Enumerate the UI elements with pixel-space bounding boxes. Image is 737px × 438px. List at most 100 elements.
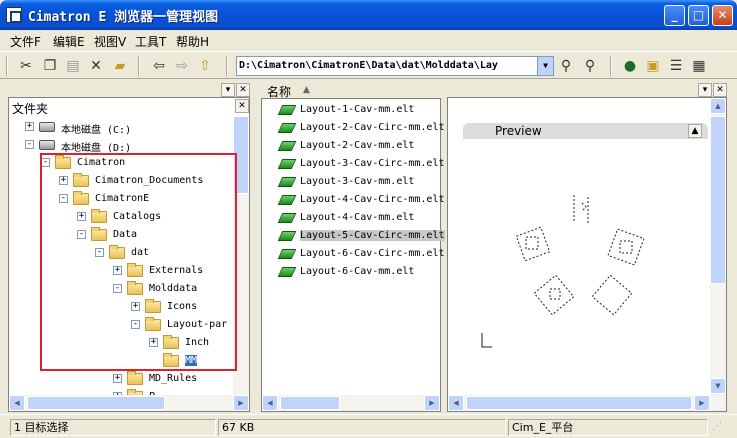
tree-item[interactable]: - 本地磁盘 (D:) [9, 136, 231, 154]
elt-file-icon [277, 141, 297, 151]
scroll-right-icon[interactable]: ▶ [233, 395, 249, 411]
folder-icon [127, 371, 143, 385]
tree-horizontal-scrollbar[interactable]: ◀ ▶ [9, 395, 249, 411]
pane-close-icon[interactable]: ✕ [713, 83, 727, 97]
file-list-item[interactable]: Layout-2-Cav-Circ-mm.elt [262, 119, 445, 137]
elt-file-icon [277, 159, 297, 169]
highlight-box [40, 153, 237, 371]
chevron-down-icon[interactable]: ▼ [537, 57, 553, 75]
close-button[interactable]: ✕ [712, 5, 733, 26]
scroll-left-icon[interactable]: ◀ [9, 395, 25, 411]
sort-asc-icon[interactable]: ▲ [303, 85, 310, 95]
tree-pane-header: ▾ ✕ [8, 82, 250, 98]
tree-hscroll-thumb[interactable] [27, 396, 165, 410]
file-list-item[interactable]: Layout-6-Cav-Circ-mm.elt [262, 245, 445, 263]
properties-icon[interactable]: ☰ [666, 56, 686, 76]
title-bar: Cimatron E 浏览器一管理视图 _ □ ✕ [0, 0, 737, 30]
collapse-icon[interactable]: - [25, 140, 34, 149]
scroll-right-icon[interactable]: ▶ [694, 395, 710, 411]
preview-titlebar: Preview ▲ [463, 123, 708, 139]
toolbar-separator [226, 56, 228, 76]
elt-file-icon [277, 213, 297, 223]
folders-icon[interactable]: ▣ [643, 56, 663, 76]
expand-icon[interactable]: + [113, 374, 122, 383]
collapse-icon[interactable]: ▲ [688, 124, 702, 138]
file-name: Layout-1-Cav-mm.elt [300, 104, 415, 115]
new-folder-icon[interactable]: ▰ [110, 56, 130, 76]
paste-icon[interactable]: ▤ [63, 56, 83, 76]
file-list-item[interactable]: Layout-4-Cav-mm.elt [262, 209, 440, 227]
elt-file-icon [277, 123, 297, 133]
file-list-item[interactable]: Layout-3-Cav-mm.elt [262, 173, 440, 191]
preview-horizontal-scrollbar[interactable]: ◀ ▶ [448, 395, 726, 411]
resize-grip-icon[interactable]: ⋰ [712, 421, 732, 437]
cut-icon[interactable]: ✂ [16, 56, 36, 76]
minimize-button[interactable]: _ [664, 5, 685, 26]
scroll-up-icon[interactable]: ▲ [710, 98, 726, 114]
scroll-down-icon[interactable]: ▼ [710, 378, 726, 394]
scroll-left-icon[interactable]: ◀ [262, 395, 278, 411]
menu-bar: 文件F 编辑E 视图V 工具T 帮助H [0, 30, 737, 50]
pane-pin-icon[interactable]: ▾ [698, 83, 712, 97]
file-name: Layout-4-Cav-Circ-mm.elt [300, 194, 445, 205]
back-icon[interactable]: ⇦ [149, 56, 169, 76]
file-list-item[interactable]: Layout-3-Cav-Circ-mm.elt [262, 155, 445, 173]
elt-file-icon [277, 231, 297, 241]
elt-file-icon [277, 249, 297, 259]
window-title: Cimatron E 浏览器一管理视图 [28, 10, 219, 25]
file-list-item[interactable]: Layout-4-Cav-Circ-mm.elt [262, 191, 445, 209]
file-list-item[interactable]: Layout-1-Cav-mm.elt [262, 101, 440, 119]
toolbar-separator [138, 56, 140, 76]
scroll-right-icon[interactable]: ▶ [424, 395, 440, 411]
status-selection: 1 目标选择 [10, 419, 216, 436]
app-icon[interactable] [6, 7, 22, 23]
tree-item-label: 本地磁盘 (D:) [61, 143, 132, 154]
file-name: Layout-3-Cav-Circ-mm.elt [300, 158, 445, 169]
status-platform: Cim_E_平台 [508, 419, 708, 436]
globe-icon[interactable]: ● [620, 56, 640, 76]
preview-hscroll-thumb[interactable] [466, 396, 692, 410]
elt-file-icon [277, 195, 297, 205]
file-list-item[interactable]: Layout-2-Cav-mm.elt [262, 137, 440, 155]
file-horizontal-scrollbar[interactable]: ◀ ▶ [262, 395, 440, 411]
drive-icon [39, 122, 55, 132]
menu-tools[interactable]: 工具T [135, 33, 166, 50]
menu-file[interactable]: 文件F [10, 33, 41, 50]
file-name: Layout-6-Cav-mm.elt [300, 266, 415, 277]
search-binoculars-icon[interactable]: ⚲ [556, 56, 576, 76]
expand-icon[interactable]: + [25, 122, 34, 131]
tree-close-icon[interactable]: ✕ [235, 99, 249, 113]
preview-title: Preview [495, 124, 542, 138]
up-folder-icon[interactable]: ⇧ [195, 56, 215, 76]
pane-pin-icon[interactable]: ▾ [221, 83, 235, 97]
toolbar: ✂ ❐ ▤ ✕ ▰ ⇦ ⇨ ⇧ D:\Cimatron\CimatronE\Da… [0, 51, 737, 79]
preview-scroll-thumb[interactable] [710, 116, 726, 284]
menu-edit[interactable]: 编辑E [53, 33, 85, 50]
forward-icon[interactable]: ⇨ [172, 56, 192, 76]
tree-pane-caption: 文件夹 [12, 102, 49, 116]
preview-pane-header: ▾ ✕ [447, 82, 727, 98]
preview-vertical-scrollbar[interactable]: ▲ ▼ [710, 98, 726, 396]
tree-item[interactable]: + 本地磁盘 (C:) [9, 118, 231, 136]
elt-file-icon [277, 105, 297, 115]
menu-view[interactable]: 视图V [94, 33, 126, 50]
tree-item[interactable]: + MD_Rules [9, 370, 231, 388]
path-combo[interactable]: D:\Cimatron\CimatronE\Data\dat\Molddata\… [236, 56, 554, 76]
scroll-left-icon[interactable]: ◀ [448, 395, 464, 411]
file-name: Layout-5-Cav-Circ-mm.elt [300, 230, 445, 241]
file-list-item[interactable]: Layout-6-Cav-mm.elt [262, 263, 440, 281]
file-list-item[interactable]: Layout-5-Cav-Circ-mm.elt [262, 227, 445, 245]
layout-preview-drawing [481, 195, 645, 348]
file-pane-header: 名称 ▲ [261, 82, 441, 99]
path-text: D:\Cimatron\CimatronE\Data\dat\Molddata\… [239, 60, 498, 71]
menu-help[interactable]: 帮助H [176, 33, 209, 50]
file-name: Layout-4-Cav-mm.elt [300, 212, 415, 223]
file-hscroll-thumb[interactable] [280, 396, 340, 410]
maximize-button[interactable]: □ [688, 5, 709, 26]
delete-icon[interactable]: ✕ [86, 56, 106, 76]
copy-icon[interactable]: ❐ [40, 56, 60, 76]
view-icon[interactable]: ▦ [689, 56, 709, 76]
pane-close-icon[interactable]: ✕ [236, 83, 250, 97]
file-name: Layout-2-Cav-Circ-mm.elt [300, 122, 445, 133]
find-binoculars-icon[interactable]: ⚲ [580, 56, 600, 76]
